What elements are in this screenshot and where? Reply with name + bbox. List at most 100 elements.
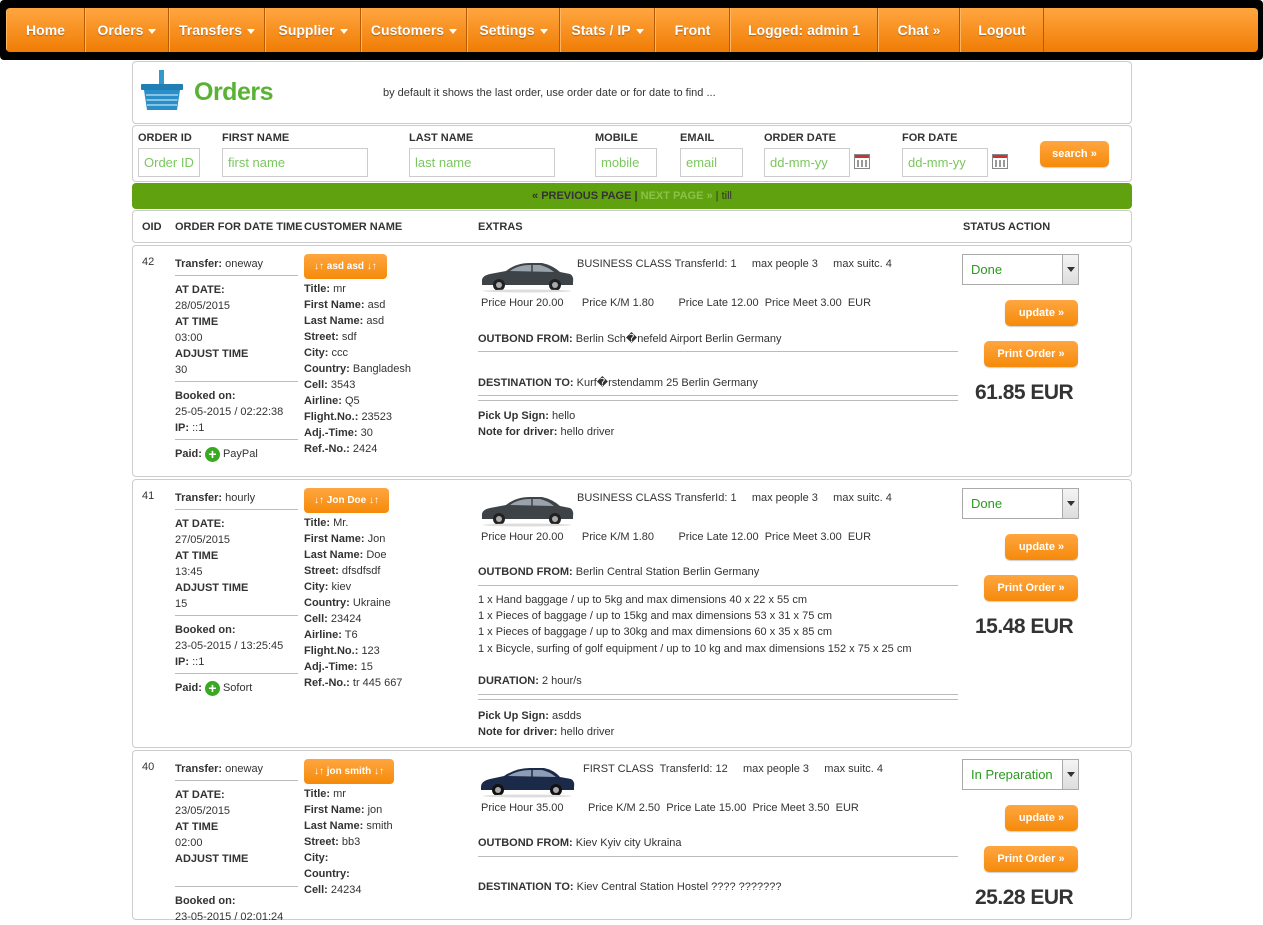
- basket-icon: [141, 70, 183, 110]
- first-name-input[interactable]: [222, 148, 368, 177]
- nav-chat[interactable]: Chat »: [878, 8, 960, 52]
- first-name-label: First Name:: [304, 533, 365, 545]
- city-label: City:: [304, 581, 329, 593]
- update-button[interactable]: update »: [1005, 534, 1078, 560]
- caret-down-icon: [148, 28, 157, 34]
- nav-front[interactable]: Front: [655, 8, 730, 52]
- print-order-button[interactable]: Print Order »: [984, 575, 1078, 601]
- airline-label: Airline:: [304, 629, 342, 641]
- price-info: Price Hour 20.00 Price K/M 1.80 Price La…: [481, 297, 872, 309]
- nav-orders[interactable]: Orders: [85, 8, 169, 52]
- print-order-button[interactable]: Print Order »: [984, 341, 1078, 367]
- customer-name-button[interactable]: ↓↑ Jon Doe ↓↑: [304, 488, 390, 513]
- first-name-label: FIRST NAME: [222, 132, 290, 144]
- email-label: EMAIL: [680, 132, 715, 144]
- ref-value: tr 445 667: [352, 677, 403, 689]
- order-date-column: Transfer: oneway AT DATE: 28/05/2015 AT …: [175, 256, 300, 462]
- booked-on-value: 23-05-2015 / 02:01:24: [175, 911, 284, 923]
- status-select[interactable]: Done: [962, 254, 1079, 285]
- last-name-input[interactable]: [409, 148, 555, 177]
- country-label: Country:: [304, 363, 350, 375]
- flight-label: Flight.No.:: [304, 411, 359, 423]
- nav-logged-user[interactable]: Logged: admin 1: [730, 8, 878, 52]
- transfer-label: Transfer:: [175, 258, 223, 270]
- status-value: Done: [971, 496, 1003, 511]
- search-button[interactable]: search »: [1040, 141, 1109, 167]
- customer-column: ↓↑ asd asd ↓↑ Title: mr First Name: asd …: [304, 254, 474, 457]
- nav-transfers[interactable]: Transfers: [169, 8, 265, 52]
- calendar-icon[interactable]: [854, 154, 870, 169]
- customer-name-button[interactable]: ↓↑ asd asd ↓↑: [304, 254, 387, 279]
- booked-on-label: Booked on:: [175, 624, 236, 636]
- pager-separator: |: [712, 190, 722, 202]
- order-date-column: Transfer: oneway AT DATE: 23/05/2015 AT …: [175, 761, 300, 925]
- update-button[interactable]: update »: [1005, 805, 1078, 831]
- divider: [478, 395, 958, 396]
- order-date-input[interactable]: [764, 148, 850, 177]
- nav-chat-label: Chat »: [897, 22, 941, 38]
- baggage-item: 1 x Pieces of baggage / up to 15kg and m…: [478, 610, 833, 622]
- column-extras: EXTRAS: [478, 221, 523, 233]
- note-value: hello driver: [560, 426, 615, 438]
- status-select[interactable]: In Preparation: [962, 759, 1079, 790]
- nav-stats-ip[interactable]: Stats / IP: [560, 8, 655, 52]
- transfer-label: Transfer:: [175, 763, 223, 775]
- first-name-value: Jon: [367, 533, 386, 545]
- cell-value: 3543: [330, 379, 356, 391]
- chevron-down-icon: [1062, 760, 1078, 789]
- paid-method: Sofort: [222, 682, 253, 694]
- print-order-button[interactable]: Print Order »: [984, 846, 1078, 872]
- mobile-input[interactable]: [595, 148, 657, 177]
- ref-label: Ref.-No.:: [304, 677, 350, 689]
- last-name-value: smith: [366, 820, 393, 832]
- divider: [175, 780, 298, 781]
- city-value: kiev: [331, 581, 352, 593]
- divider: [175, 381, 298, 382]
- booked-on-label: Booked on:: [175, 895, 236, 907]
- note-label: Note for driver:: [478, 426, 558, 438]
- nav-home-label: Home: [26, 22, 65, 38]
- adjust-time-label: ADJUST TIME: [175, 853, 249, 865]
- last-name-label: Last Name:: [304, 820, 364, 832]
- caret-down-icon: [449, 28, 458, 34]
- paid-label: Paid:: [175, 682, 202, 694]
- order-id-label: ORDER ID: [138, 132, 192, 144]
- at-time-value: 02:00: [175, 837, 203, 849]
- nav-settings-label: Settings: [479, 22, 535, 38]
- at-time-label: AT TIME: [175, 821, 219, 833]
- calendar-icon[interactable]: [992, 154, 1008, 169]
- paid-method: PayPal: [222, 448, 258, 460]
- caret-down-icon: [635, 28, 644, 34]
- customer-name-button[interactable]: ↓↑ jon smith ↓↑: [304, 759, 394, 784]
- pickup-label: Pick Up Sign:: [478, 410, 549, 422]
- transfer-type: hourly: [225, 492, 256, 504]
- nav-customers[interactable]: Customers: [361, 8, 467, 52]
- price-info: Price Hour 20.00 Price K/M 1.80 Price La…: [481, 531, 872, 543]
- cell-value: 23424: [330, 613, 362, 625]
- previous-page-link[interactable]: « PREVIOUS PAGE: [532, 190, 631, 202]
- order-id-input[interactable]: [138, 148, 200, 177]
- nav-supplier[interactable]: Supplier: [265, 8, 361, 52]
- ip-label: IP:: [175, 656, 190, 668]
- update-button[interactable]: update »: [1005, 300, 1078, 326]
- car-icon: [481, 263, 574, 293]
- nav-home[interactable]: Home: [6, 8, 85, 52]
- caret-down-icon: [339, 28, 348, 34]
- for-date-input[interactable]: [902, 148, 988, 177]
- booked-on-value: 23-05-2015 / 13:25:45: [175, 640, 284, 652]
- note-label: Note for driver:: [478, 726, 558, 738]
- status-select[interactable]: Done: [962, 488, 1079, 519]
- order-row: 40 Transfer: oneway AT DATE: 23/05/2015 …: [132, 750, 1132, 923]
- title-label: Title:: [304, 517, 331, 529]
- ip-value: ::1: [192, 656, 205, 668]
- cell-label: Cell:: [304, 379, 328, 391]
- nav-settings[interactable]: Settings: [467, 8, 560, 52]
- next-page-link[interactable]: NEXT PAGE »: [641, 190, 713, 202]
- email-input[interactable]: [680, 148, 743, 177]
- nav-logout[interactable]: Logout: [960, 8, 1044, 52]
- pickup-value: asdds: [551, 710, 582, 722]
- pickup-value: hello: [551, 410, 576, 422]
- divider: [175, 275, 298, 276]
- flight-label: Flight.No.:: [304, 645, 359, 657]
- order-row: 41 Transfer: hourly AT DATE: 27/05/2015 …: [132, 479, 1132, 748]
